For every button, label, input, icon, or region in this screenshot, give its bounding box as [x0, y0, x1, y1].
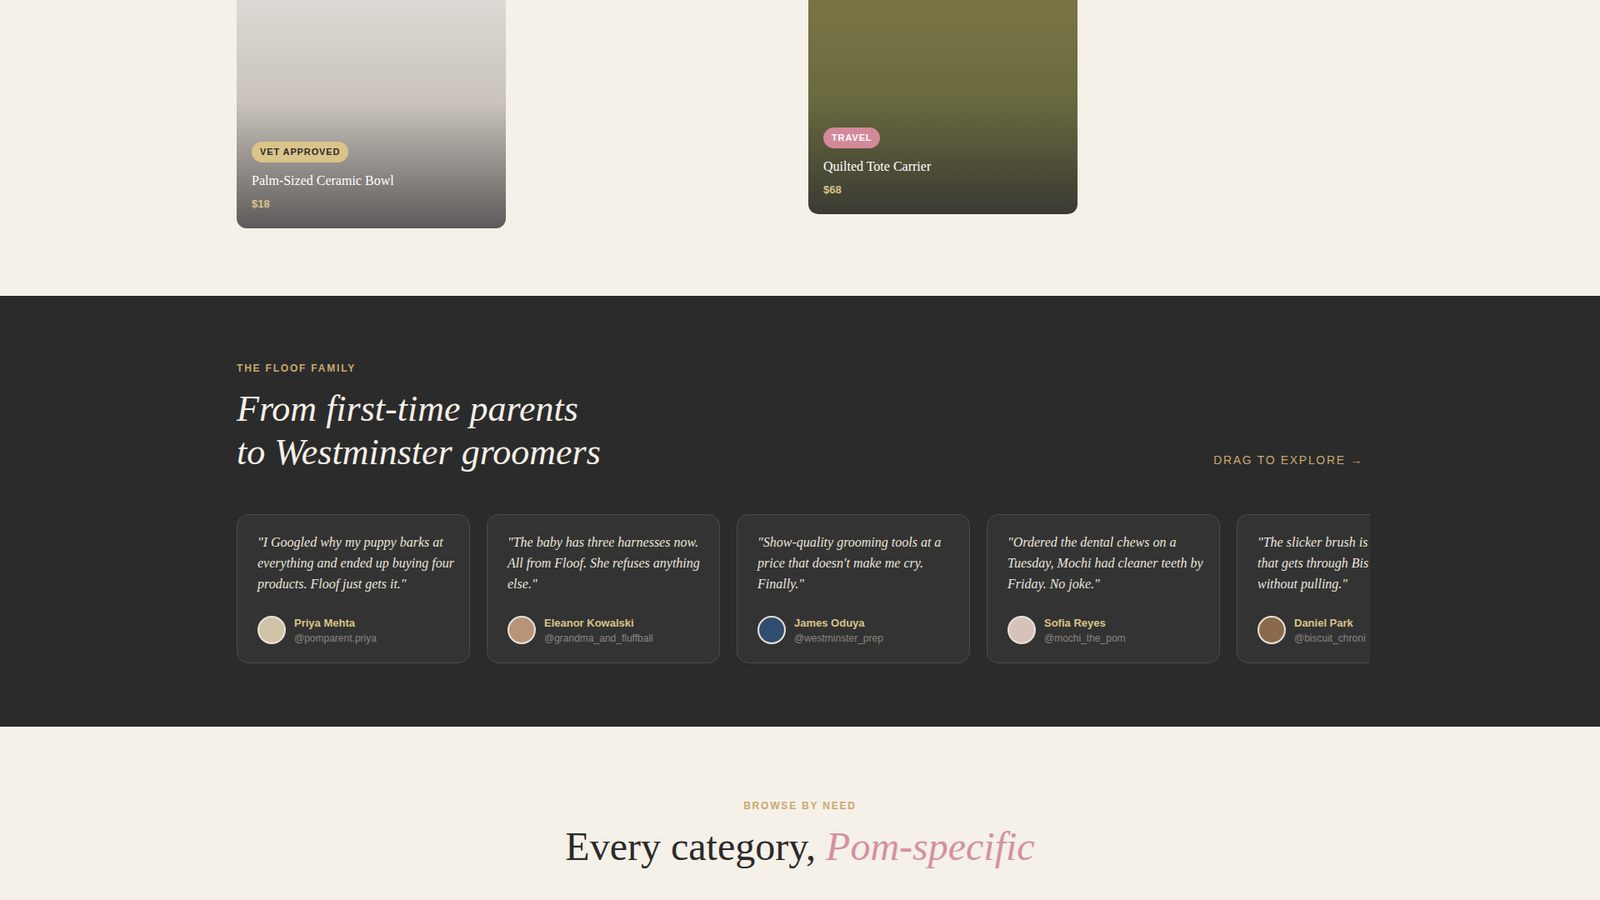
testimonial-author: James Oduya@westminster_prep [757, 615, 953, 647]
products-section: VET APPROVED Palm-Sized Ceramic Bowl $18 TR… [0, 0, 1600, 296]
testimonial-card[interactable]: "The slicker brush isthat gets through B… [1236, 514, 1370, 664]
product-badge: VET APPROVED [251, 141, 349, 163]
author-name: James Oduya [794, 615, 884, 632]
testimonial-quote: "I Googled why my puppy barks ateverythi… [257, 531, 453, 595]
testimonial-card[interactable]: "The baby has three harnesses now.All fr… [486, 514, 720, 664]
author-handle: @pomparent.priya [294, 630, 377, 646]
testimonial-card[interactable]: "Show-quality grooming tools at aprice t… [736, 514, 970, 664]
section-eyebrow: BROWSE BY NEED [743, 798, 857, 814]
testimonial-quote: "Ordered the dental chews on aTuesday, M… [1007, 531, 1203, 595]
product-card[interactable]: VET APPROVED Palm-Sized Ceramic Bowl $18 [236, 0, 506, 229]
section-heading: From first-time parentsto Westminster gr… [236, 387, 601, 475]
author-handle: @biscuit_chroni [1294, 630, 1366, 646]
avatar-icon [757, 615, 786, 645]
testimonial-track[interactable]: "I Googled why my puppy barks ateverythi… [236, 514, 1364, 664]
author-name: Sofia Reyes [1044, 615, 1126, 632]
testimonial-card[interactable]: "I Googled why my puppy barks ateverythi… [236, 514, 470, 664]
author-name: Priya Mehta [294, 615, 377, 632]
avatar-icon [257, 615, 286, 645]
product-name: Quilted Tote Carrier [823, 156, 1063, 177]
testimonial-author: Sofia Reyes@mochi_the_pom [1007, 615, 1203, 647]
author-handle: @westminster_prep [794, 630, 884, 646]
testimonial-author: Daniel Park@biscuit_chroni [1257, 615, 1369, 647]
product-price: $18 [251, 195, 491, 213]
testimonial-quote: "The baby has three harnesses now.All fr… [507, 531, 703, 595]
testimonial-quote: "The slicker brush isthat gets through B… [1257, 531, 1369, 595]
testimonial-author: Priya Mehta@pomparent.priya [257, 615, 453, 647]
avatar-icon [1007, 615, 1036, 645]
avatar-icon [1257, 615, 1286, 645]
drag-hint[interactable]: DRAG TO EXPLORE → [1213, 451, 1364, 475]
author-handle: @grandma_and_fluffball [544, 630, 654, 646]
section-heading: Every category, Pom-specific [565, 821, 1035, 872]
testimonial-author: Eleanor Kowalski@grandma_and_fluffball [507, 615, 703, 647]
avatar-icon [507, 615, 536, 645]
testimonials-section: THE FLOOF FAMILY From first-time parents… [0, 295, 1600, 727]
author-name: Eleanor Kowalski [544, 615, 654, 632]
author-name: Daniel Park [1294, 615, 1366, 632]
product-price: $68 [823, 181, 1063, 199]
product-card[interactable]: TRAVEL Quilted Tote Carrier $68 [808, 0, 1078, 215]
testimonial-quote: "Show-quality grooming tools at aprice t… [757, 531, 953, 595]
author-handle: @mochi_the_pom [1044, 630, 1126, 646]
product-name: Palm-Sized Ceramic Bowl [251, 170, 491, 191]
product-badge: TRAVEL [823, 127, 880, 149]
testimonial-card[interactable]: "Ordered the dental chews on aTuesday, M… [986, 514, 1220, 664]
categories-section: BROWSE BY NEED Every category, Pom-speci… [0, 726, 1600, 900]
section-eyebrow: THE FLOOF FAMILY [236, 360, 601, 376]
